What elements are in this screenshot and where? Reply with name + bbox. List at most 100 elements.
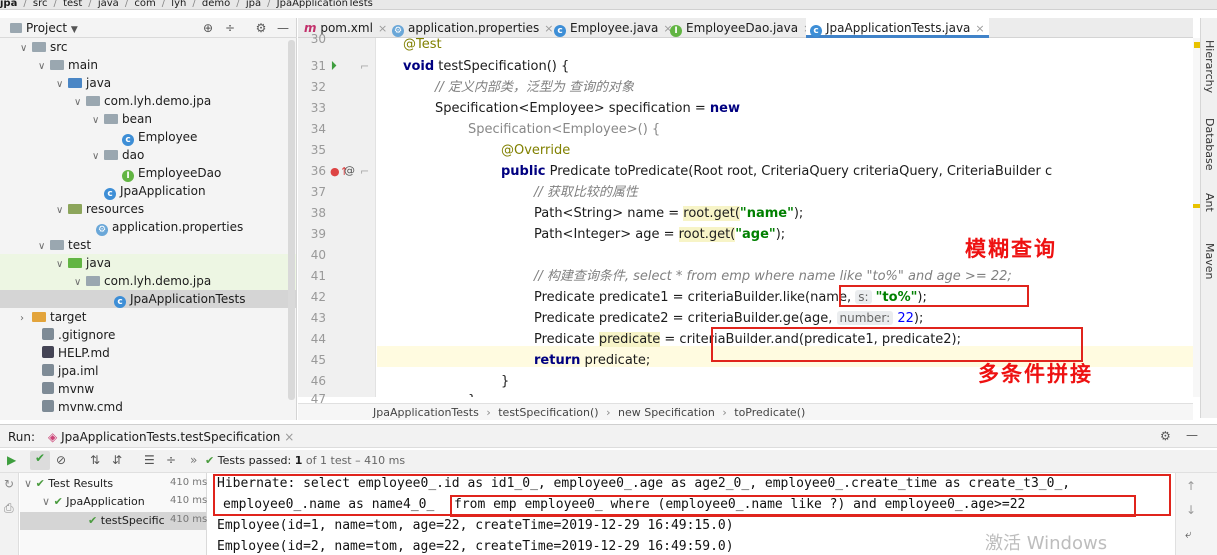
sort-duration-icon[interactable]: ⇵ [112,453,122,467]
project-scrollbar[interactable] [288,40,295,400]
code-token: Path<String> name = [534,206,684,221]
database-tool-button[interactable]: Database [1203,118,1216,171]
tree-item-java[interactable]: ∨ java [0,74,296,92]
tree-label: mvnw.cmd [58,400,123,414]
line-number: 37 [310,185,326,199]
breadcrumb-item[interactable]: src [33,0,48,9]
fold-icon[interactable]: ⌐ [360,165,369,178]
tree-item-employeedao[interactable]: I EmployeeDao [0,164,296,182]
code-line: Path<String> name = root.get("name"); [534,203,803,224]
tab-employee-java[interactable]: c Employee.java × [550,18,677,38]
breadcrumb-item[interactable]: demo [202,0,230,9]
project-view-selector[interactable]: Project ▼ [10,21,78,35]
more-icon[interactable]: » [190,453,197,467]
windows-activation-watermark: 激活 Windows [985,533,1108,554]
editor-scrollbar[interactable] [1193,38,1200,397]
scroll-up-icon[interactable]: ↑ [1186,479,1196,493]
tree-item-test-java[interactable]: ∨ java [0,254,296,272]
tree-label: com.lyh.demo.jpa [104,274,212,288]
tree-item-jpa-iml[interactable]: jpa.iml [0,362,296,380]
hierarchy-tool-button[interactable]: Hierarchy [1203,40,1216,93]
breadcrumb-item[interactable]: JpaApplicationTests [277,0,373,9]
tree-item-target[interactable]: › target [0,308,296,326]
run-config-icon: ◈ [48,430,58,444]
tab-application-properties[interactable]: ⚙ application.properties × [388,18,557,38]
tree-item-mvnw-cmd[interactable]: mvnw.cmd [0,398,296,416]
close-icon[interactable]: × [975,22,984,35]
collapse-all-icon[interactable]: ÷ [222,20,238,36]
breadcrumb-item[interactable]: test [63,0,82,9]
close-icon[interactable]: × [378,22,387,35]
code-line: @Test [403,38,442,52]
separator: / [88,0,92,9]
expand-all-icon[interactable]: ☰ [144,453,155,467]
collapse-all-icon[interactable]: ÷ [166,453,176,467]
tree-item-test[interactable]: ∨ test [0,236,296,254]
history-icon[interactable]: ↻ [4,477,14,491]
line-number: 35 [310,143,326,157]
close-icon[interactable]: × [284,430,294,444]
tree-item-help-md[interactable]: HELP.md [0,344,296,362]
minimize-icon[interactable]: — [1186,428,1198,442]
breadcrumb-item[interactable]: lyh [171,0,186,9]
tree-item-test-package[interactable]: ∨ com.lyh.demo.jpa [0,272,296,290]
maven-tool-button[interactable]: Maven [1203,243,1216,279]
show-ignored-icon[interactable]: ⊘ [56,453,66,467]
tab-label: EmployeeDao.java [686,21,799,35]
check-icon: ✔ [88,514,98,527]
breadcrumb-item[interactable]: java [98,0,119,9]
breadcrumb-item[interactable]: jpa [246,0,261,9]
breadcrumb-item[interactable]: jpa [0,0,17,9]
gear-icon[interactable]: ⚙ [1160,429,1171,443]
gear-icon[interactable]: ⚙ [253,20,269,36]
camera-icon[interactable]: ⎙ [4,501,14,516]
tree-item-jpaapplicationtests[interactable]: c JpaApplicationTests [0,290,296,308]
code-line: Specification<Employee>() { [468,122,661,137]
code-editor[interactable]: @Test void testSpecification() { // 定义内部… [377,38,1193,397]
file-icon [42,328,54,340]
run-config-tab[interactable]: ◈ JpaApplicationTests.testSpecification … [48,430,294,444]
tree-item-main[interactable]: ∨ main [0,56,296,74]
properties-file-icon: ⚙ [392,25,404,37]
tree-item-dao[interactable]: ∨ dao [0,146,296,164]
breadcrumb-item[interactable]: new Specification [618,406,715,419]
folder-icon [32,42,46,52]
highlight-box-and [711,327,1083,362]
breadcrumb-item[interactable]: JpaApplicationTests [373,406,479,419]
hide-icon[interactable]: — [275,20,291,36]
highlight-box-where [450,495,1136,517]
ant-tool-button[interactable]: Ant [1203,193,1216,212]
show-passed-toggle[interactable]: ✔ [30,451,50,470]
breadcrumb-item[interactable]: toPredicate() [734,406,805,419]
package-icon [86,276,100,286]
tree-item-mvnw[interactable]: mvnw [0,380,296,398]
tree-item-src[interactable]: ∨ src [0,38,296,56]
tree-item-resources[interactable]: ∨ resources [0,200,296,218]
rerun-icon[interactable]: ▶ [7,453,16,467]
sort-alpha-icon[interactable]: ⇅ [90,453,100,467]
tree-item-gitignore[interactable]: .gitignore [0,326,296,344]
tab-label: pom.xml [320,21,373,35]
soft-wrap-icon[interactable]: ⤶ [1185,527,1192,542]
fold-icon[interactable]: ⌐ [360,60,369,73]
run-test-icon[interactable]: ⏵ [331,59,337,73]
separator: / [161,0,166,9]
run-side-toolbar: ↻ ⎙ [0,473,19,555]
tree-item-bean[interactable]: ∨ bean [0,110,296,128]
scroll-down-icon[interactable]: ↓ [1186,503,1196,517]
test-result-row[interactable]: ∨ ✔ JpaApplication [42,495,145,508]
tab-jpaapplicationtests-java[interactable]: c JpaApplicationTests.java × [806,18,989,38]
test-result-row[interactable]: ∨ ✔ Test Results [24,477,113,490]
tree-item-package[interactable]: ∨ com.lyh.demo.jpa [0,92,296,110]
tree-item-jpaapplication[interactable]: c JpaApplication [0,182,296,200]
test-folder-icon [68,258,82,268]
code-line: Path<Integer> age = root.get("age"); [534,224,785,245]
breadcrumb-item[interactable]: testSpecification() [498,406,598,419]
tree-item-employee[interactable]: c Employee [0,128,296,146]
locate-icon[interactable]: ⊕ [200,20,216,36]
breadcrumb-item[interactable]: com [134,0,155,9]
script-file-icon [42,382,54,394]
tab-employeedao-java[interactable]: IEmployeeDao.java× [666,18,816,38]
tree-label: JpaApplicationTests [130,292,246,306]
tree-item-application-properties[interactable]: ⚙ application.properties [0,218,296,236]
